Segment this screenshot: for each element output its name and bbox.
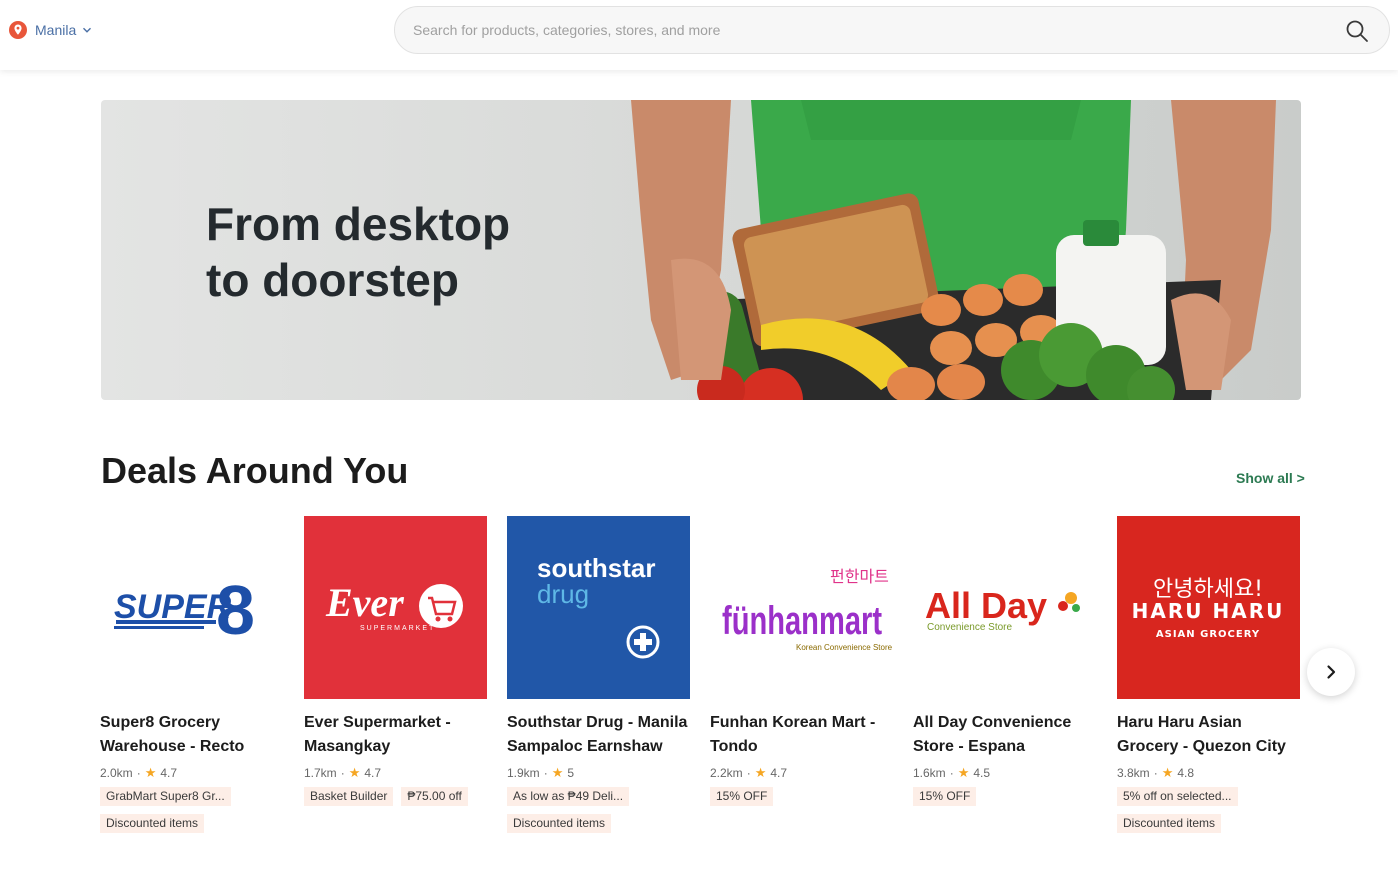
search-bar <box>394 6 1390 54</box>
store-rating: 4.8 <box>1177 766 1195 780</box>
store-logo: 펀한마트 fünhanmart Korean Convenience Store <box>710 516 893 699</box>
promo-tag: Basket Builder <box>304 787 394 806</box>
store-name: Haru Haru Asian Grocery - Quezon City <box>1117 714 1286 755</box>
star-icon: ★ <box>348 765 361 780</box>
allday-logo: All Day Convenience Store <box>925 585 1080 633</box>
chevron-down-icon <box>83 27 92 33</box>
promo-tags: Basket Builder ₱75.00 off <box>304 787 488 806</box>
promo-tag: Discounted items <box>1117 814 1222 833</box>
star-icon: ★ <box>754 765 767 780</box>
search-icon[interactable] <box>1345 19 1369 43</box>
store-logo: 안녕하세요! HARU HARU ASIAN GROCERY <box>1117 516 1300 699</box>
separator-dot: · <box>1153 766 1158 780</box>
svg-text:Ever: Ever <box>325 580 404 625</box>
separator-dot: · <box>136 766 141 780</box>
hero-title-line2: to doorstep <box>206 254 459 306</box>
promo-tag: 5% off on selected... <box>1117 787 1238 806</box>
separator-dot: · <box>543 766 548 780</box>
promo-tags: 15% OFF <box>710 787 894 806</box>
store-rating: 4.7 <box>364 766 382 780</box>
store-name: Super8 Grocery Warehouse - Recto <box>100 714 245 755</box>
store-name: Southstar Drug - Manila Sampaloc Earnsha… <box>507 714 688 755</box>
store-rating: 4.5 <box>973 766 991 780</box>
store-meta: 1.7km · ★ 4.7 <box>304 765 488 781</box>
separator-dot: · <box>340 766 345 780</box>
store-meta: 2.2km · ★ 4.7 <box>710 765 894 781</box>
separator-dot: · <box>949 766 954 780</box>
promo-tag: ₱75.00 off <box>401 787 468 806</box>
svg-text:Convenience Store: Convenience Store <box>927 622 1012 633</box>
promo-tag: 15% OFF <box>710 787 774 806</box>
store-distance: 2.2km <box>710 766 743 780</box>
ever-logo: Ever SUPERMARKET <box>325 580 463 632</box>
chevron-right-icon <box>1327 665 1336 679</box>
store-card[interactable]: Ever SUPERMARKET Ever Supermarket - Masa… <box>304 516 488 806</box>
hero-banner[interactable]: From desktop to doorstep <box>101 100 1301 400</box>
svg-text:HARU HARU: HARU HARU <box>1132 599 1285 623</box>
location-selector[interactable]: Manila <box>8 20 92 40</box>
top-bar: Manila <box>0 0 1398 70</box>
svg-text:All Day: All Day <box>925 585 1047 626</box>
funhanmart-logo: 펀한마트 fünhanmart Korean Convenience Store <box>722 567 893 652</box>
svg-text:fünhanmart: fünhanmart <box>722 599 882 643</box>
store-card[interactable]: All Day Convenience Store All Day Conven… <box>913 516 1097 806</box>
store-card[interactable]: southstar drug Southstar Drug - Manila S… <box>507 516 691 833</box>
store-card[interactable]: SUPER 8 Super8 Grocery Warehouse - Recto… <box>100 516 284 833</box>
location-pin-icon <box>9 21 27 39</box>
store-distance: 2.0km <box>100 766 133 780</box>
svg-text:Korean Convenience Store: Korean Convenience Store <box>796 643 893 652</box>
promo-tag: Discounted items <box>507 814 612 833</box>
store-logo: Ever SUPERMARKET <box>304 516 487 699</box>
store-logo: SUPER 8 <box>100 516 283 699</box>
haruharu-logo: 안녕하세요! HARU HARU ASIAN GROCERY <box>1132 577 1285 640</box>
store-logo: All Day Convenience Store <box>913 516 1096 699</box>
store-distance: 1.6km <box>913 766 946 780</box>
svg-text:SUPERMARKET: SUPERMARKET <box>360 625 435 632</box>
promo-tag: Discounted items <box>100 814 205 833</box>
store-name: Ever Supermarket - Masangkay <box>304 714 451 755</box>
store-meta: 3.8km · ★ 4.8 <box>1117 765 1301 781</box>
super8-logo: SUPER 8 <box>114 571 255 649</box>
separator-dot: · <box>746 766 751 780</box>
search-input[interactable] <box>413 7 1313 53</box>
store-name: Funhan Korean Mart - Tondo <box>710 714 876 755</box>
svg-text:펀한마트: 펀한마트 <box>830 567 889 586</box>
star-icon: ★ <box>144 765 157 780</box>
store-name: All Day Convenience Store - Espana <box>913 714 1072 755</box>
store-meta: 2.0km · ★ 4.7 <box>100 765 284 781</box>
store-logo: southstar drug <box>507 516 690 699</box>
promo-tag: 15% OFF <box>913 787 977 806</box>
hero-title-line1: From desktop <box>206 198 511 250</box>
store-distance: 1.9km <box>507 766 540 780</box>
store-meta: 1.6km · ★ 4.5 <box>913 765 1097 781</box>
store-rating: 4.7 <box>770 766 788 780</box>
southstar-logo: southstar drug <box>537 553 660 659</box>
store-distance: 1.7km <box>304 766 337 780</box>
groceries-illustration <box>631 100 1276 400</box>
promo-tags: GrabMart Super8 Gr... Discounted items <box>100 787 284 833</box>
promo-tags: As low as ₱49 Deli... Discounted items <box>507 787 691 833</box>
promo-tags: 5% off on selected... Discounted items <box>1117 787 1301 833</box>
section-title: Deals Around You <box>101 450 409 491</box>
promo-tag: As low as ₱49 Deli... <box>507 787 630 806</box>
hero-title: From desktop to doorstep <box>206 196 626 308</box>
star-icon: ★ <box>957 765 970 780</box>
store-distance: 3.8km <box>1117 766 1150 780</box>
star-icon: ★ <box>551 765 564 780</box>
store-card[interactable]: 안녕하세요! HARU HARU ASIAN GROCERY Haru Haru… <box>1117 516 1301 833</box>
store-rating: 4.7 <box>160 766 178 780</box>
store-rating: 5 <box>567 766 575 780</box>
promo-tag: GrabMart Super8 Gr... <box>100 787 231 806</box>
svg-text:drug: drug <box>537 579 589 609</box>
show-all-link[interactable]: Show all > <box>1236 470 1305 486</box>
store-meta: 1.9km · ★ 5 <box>507 765 691 781</box>
svg-text:ASIAN GROCERY: ASIAN GROCERY <box>1156 629 1260 640</box>
promo-tags: 15% OFF <box>913 787 1097 806</box>
store-card[interactable]: 펀한마트 fünhanmart Korean Convenience Store… <box>710 516 894 806</box>
star-icon: ★ <box>1161 765 1174 780</box>
location-label: Manila <box>35 22 77 38</box>
carousel-next-button[interactable] <box>1307 648 1355 696</box>
svg-text:8: 8 <box>216 571 255 649</box>
